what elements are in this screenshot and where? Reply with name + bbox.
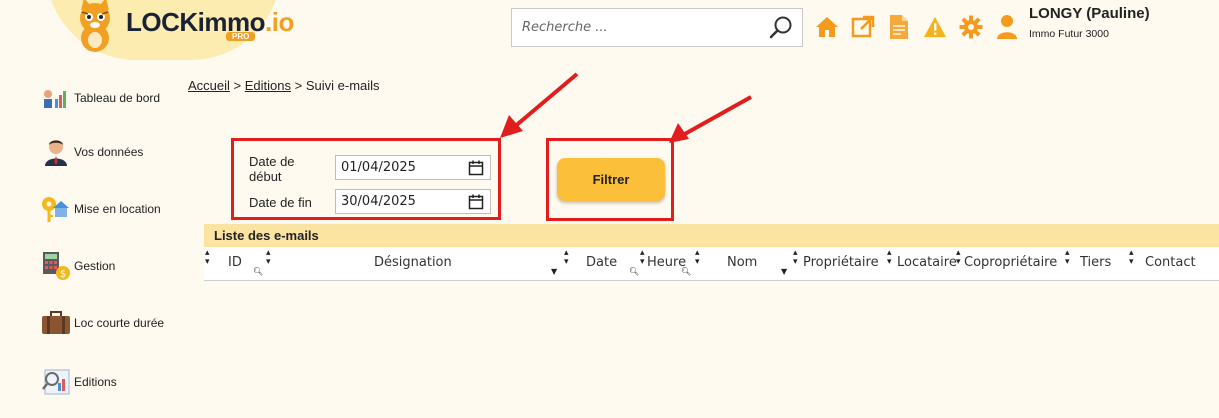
column-proprietaire[interactable]: Propriétaire — [803, 255, 879, 270]
end-date-input[interactable]: 30/04/2025 — [335, 189, 491, 214]
search-input[interactable] — [512, 9, 752, 46]
report-icon — [40, 368, 72, 396]
column-id[interactable]: ID — [228, 255, 242, 270]
key-house-icon — [40, 195, 72, 223]
dashboard-icon — [40, 84, 72, 112]
sort-icon[interactable]: ▴ ▾ — [564, 249, 569, 267]
sort-icon[interactable]: ▴ ▾ — [640, 249, 645, 267]
external-link-icon[interactable] — [851, 14, 875, 40]
sidebar-item-label: Gestion — [74, 259, 116, 273]
pro-badge: PRO — [226, 32, 256, 41]
column-coproprietaire[interactable]: Copropriétaire — [964, 255, 1057, 270]
column-date[interactable]: Date — [586, 255, 617, 270]
cat-mascot-icon — [80, 0, 110, 52]
filter-button[interactable]: Filtrer — [557, 158, 665, 201]
breadcrumb-editions-link[interactable]: Editions — [245, 78, 291, 93]
user-name: LONGY (Pauline) — [1029, 5, 1150, 22]
search-box — [511, 8, 803, 47]
sidebar-item-editions[interactable]: Editions — [40, 368, 117, 396]
sort-icon[interactable]: ▴ ▾ — [887, 249, 892, 267]
alert-triangle-icon[interactable] — [923, 14, 947, 40]
filter-button-highlight: Filtrer — [546, 138, 674, 221]
calendar-icon[interactable] — [468, 160, 484, 176]
column-locataire[interactable]: Locataire — [897, 255, 957, 270]
start-date-input[interactable]: 01/04/2025 — [335, 155, 491, 180]
date-filter-highlight: Date de début 01/04/2025 Date de fin 30/… — [231, 138, 501, 220]
column-search-icon[interactable]: 🔍︎ — [253, 267, 263, 276]
user-company: Immo Futur 3000 — [1029, 28, 1109, 40]
sort-icon[interactable]: ▴ ▾ — [1129, 249, 1134, 267]
suitcase-icon — [40, 309, 72, 337]
annotation-arrow-filter — [669, 95, 752, 143]
column-designation[interactable]: Désignation — [374, 255, 452, 270]
breadcrumb-home-link[interactable]: Accueil — [188, 78, 230, 93]
sidebar-item-label: Loc courte durée — [74, 316, 165, 330]
sidebar-item-loc-courte-duree[interactable]: Loc courte durée — [40, 309, 164, 337]
start-date-value: 01/04/2025 — [341, 160, 416, 175]
breadcrumb-separator: > — [233, 78, 242, 93]
column-nom[interactable]: Nom — [727, 255, 757, 270]
start-date-label: Date de début — [249, 154, 295, 184]
calendar-icon[interactable] — [468, 194, 484, 210]
breadcrumb-separator: > — [294, 78, 303, 93]
user-info[interactable]: LONGY (Pauline) Immo Futur 3000 — [1029, 5, 1150, 40]
sidebar-item-vos-donnees[interactable]: Vos données — [40, 138, 143, 166]
end-date-label: Date de fin — [249, 195, 312, 210]
calculator-icon: $ — [40, 252, 72, 280]
document-icon[interactable] — [887, 14, 911, 40]
person-icon — [40, 138, 72, 166]
column-search-icon[interactable]: 🔍︎ — [629, 267, 639, 276]
sort-icon[interactable]: ▴ ▾ — [695, 249, 700, 267]
sidebar-item-label: Mise en location — [74, 202, 161, 216]
sidebar-item-label: Vos données — [74, 145, 144, 159]
column-filter-icon[interactable]: ▼ — [551, 267, 557, 276]
annotation-arrow-dates — [500, 72, 579, 138]
search-icon[interactable] — [768, 15, 794, 41]
sort-icon[interactable]: ▴ ▾ — [793, 249, 798, 267]
column-tiers[interactable]: Tiers — [1080, 255, 1111, 270]
sidebar-item-mise-en-location[interactable]: Mise en location — [40, 195, 161, 223]
column-filter-icon[interactable]: ▼ — [781, 267, 787, 276]
sort-icon[interactable]: ▴ ▾ — [266, 249, 271, 267]
svg-text:$: $ — [60, 269, 66, 280]
user-icon[interactable] — [995, 14, 1019, 40]
column-contact[interactable]: Contact — [1145, 255, 1196, 270]
home-icon[interactable] — [815, 14, 839, 40]
sidebar-item-label: Tableau de bord — [74, 91, 161, 105]
sidebar-item-gestion[interactable]: $ Gestion — [40, 252, 115, 280]
logo-suffix: .io — [265, 7, 294, 37]
breadcrumb-current: Suivi e-mails — [305, 78, 380, 93]
sort-icon[interactable]: ▴ ▾ — [1065, 249, 1070, 267]
breadcrumb: Accueil > Editions > Suivi e-mails — [188, 78, 380, 93]
sidebar-item-label: Editions — [74, 375, 117, 389]
sort-icon[interactable]: ▴ ▾ — [956, 249, 961, 267]
end-date-value: 30/04/2025 — [341, 194, 416, 209]
sidebar-item-tableau-de-bord[interactable]: Tableau de bord — [40, 84, 160, 112]
sort-icon[interactable]: ▴ ▾ — [205, 249, 210, 267]
gear-icon[interactable] — [959, 14, 983, 40]
column-search-icon[interactable]: 🔍︎ — [681, 267, 691, 276]
top-toolbar — [815, 14, 1019, 40]
email-table-header: ▴ ▾ ID 🔍︎ ▴ ▾ Désignation ▼ ▴ ▾ Date 🔍︎ ▴ ▾ … — [204, 247, 1219, 281]
email-list-title: Liste des e-mails — [204, 224, 1219, 247]
logo-wordmark[interactable]: LOCKimmo.io — [126, 7, 294, 38]
